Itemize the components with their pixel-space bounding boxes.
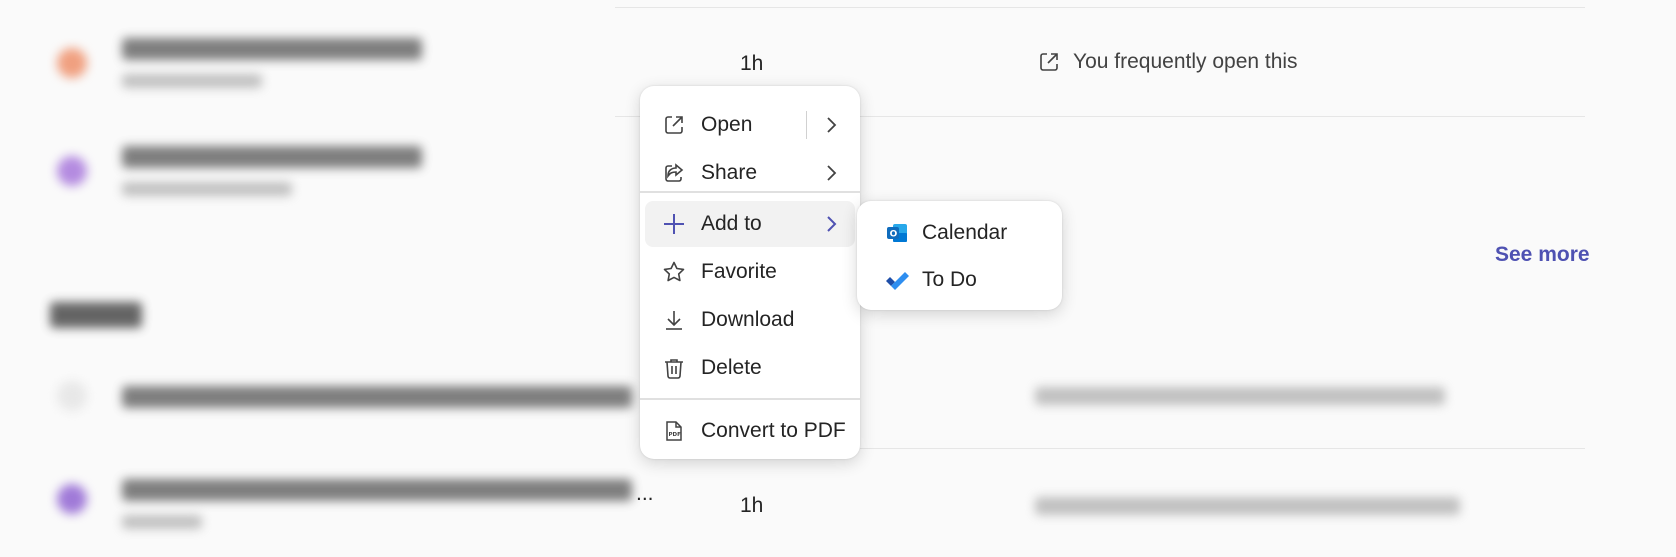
file-location: [122, 182, 292, 196]
menu-item-label: Download: [701, 308, 795, 331]
menu-item-label: Share: [701, 161, 758, 184]
file-name: [122, 38, 422, 60]
row-activity: You frequently open this: [1037, 50, 1298, 74]
row-divider: [615, 7, 1585, 8]
trash-icon: [661, 355, 687, 381]
menu-item-label: Convert to PDF: [701, 419, 846, 442]
section-heading: [50, 302, 142, 328]
file-name: [122, 146, 422, 168]
menu-item-label: Add to: [701, 212, 762, 235]
chevron-right-icon[interactable]: [821, 115, 841, 135]
share-icon: [661, 160, 687, 186]
file-icon: [57, 381, 87, 411]
file-location: [122, 515, 202, 529]
menu-item-download[interactable]: Download: [645, 297, 855, 343]
file-icon: [57, 48, 87, 78]
context-menu: Open Share Add to Favorite Download Dele…: [640, 86, 860, 459]
chevron-right-icon: [821, 163, 841, 183]
submenu-item-label: Calendar: [922, 221, 1008, 244]
star-icon: [661, 259, 687, 285]
file-icon: [57, 156, 87, 186]
menu-item-add-to[interactable]: Add to: [645, 201, 855, 247]
menu-item-favorite[interactable]: Favorite: [645, 249, 855, 295]
row-time: 1h: [740, 52, 764, 75]
file-name-truncation: ...: [636, 482, 654, 505]
row-activity: [1035, 497, 1460, 515]
open-external-icon: [661, 112, 687, 138]
split-divider: [806, 111, 807, 139]
menu-item-delete[interactable]: Delete: [645, 345, 855, 391]
menu-item-share[interactable]: Share: [645, 150, 855, 196]
see-more-link[interactable]: See more: [1495, 243, 1590, 267]
submenu-item-label: To Do: [922, 268, 977, 291]
menu-item-open[interactable]: Open: [645, 102, 855, 148]
menu-item-convert-to-pdf[interactable]: PDF Convert to PDF: [645, 408, 855, 454]
outlook-icon: O: [884, 220, 910, 246]
add-to-submenu: O Calendar To Do: [857, 201, 1062, 310]
menu-item-label: Delete: [701, 356, 762, 379]
file-name: [122, 479, 632, 501]
menu-divider: [640, 398, 860, 400]
svg-text:O: O: [890, 230, 898, 240]
menu-item-label: Open: [701, 113, 753, 136]
menu-item-label: Favorite: [701, 260, 777, 283]
file-name: [122, 386, 632, 408]
row-time: 1h: [740, 494, 764, 517]
todo-check-icon: [884, 267, 910, 293]
submenu-item-calendar[interactable]: O Calendar: [862, 211, 1057, 255]
pdf-icon: PDF: [661, 418, 687, 444]
open-external-icon: [1037, 50, 1061, 74]
activity-text: You frequently open this: [1073, 50, 1298, 73]
submenu-item-to-do[interactable]: To Do: [862, 258, 1057, 302]
file-location: [122, 74, 262, 88]
menu-divider: [640, 191, 860, 193]
row-activity: [1035, 387, 1445, 405]
plus-icon: [661, 211, 687, 237]
file-icon: [57, 484, 87, 514]
download-icon: [661, 307, 687, 333]
chevron-right-icon: [821, 214, 841, 234]
svg-text:PDF: PDF: [669, 432, 682, 438]
row-divider: [860, 448, 1585, 449]
